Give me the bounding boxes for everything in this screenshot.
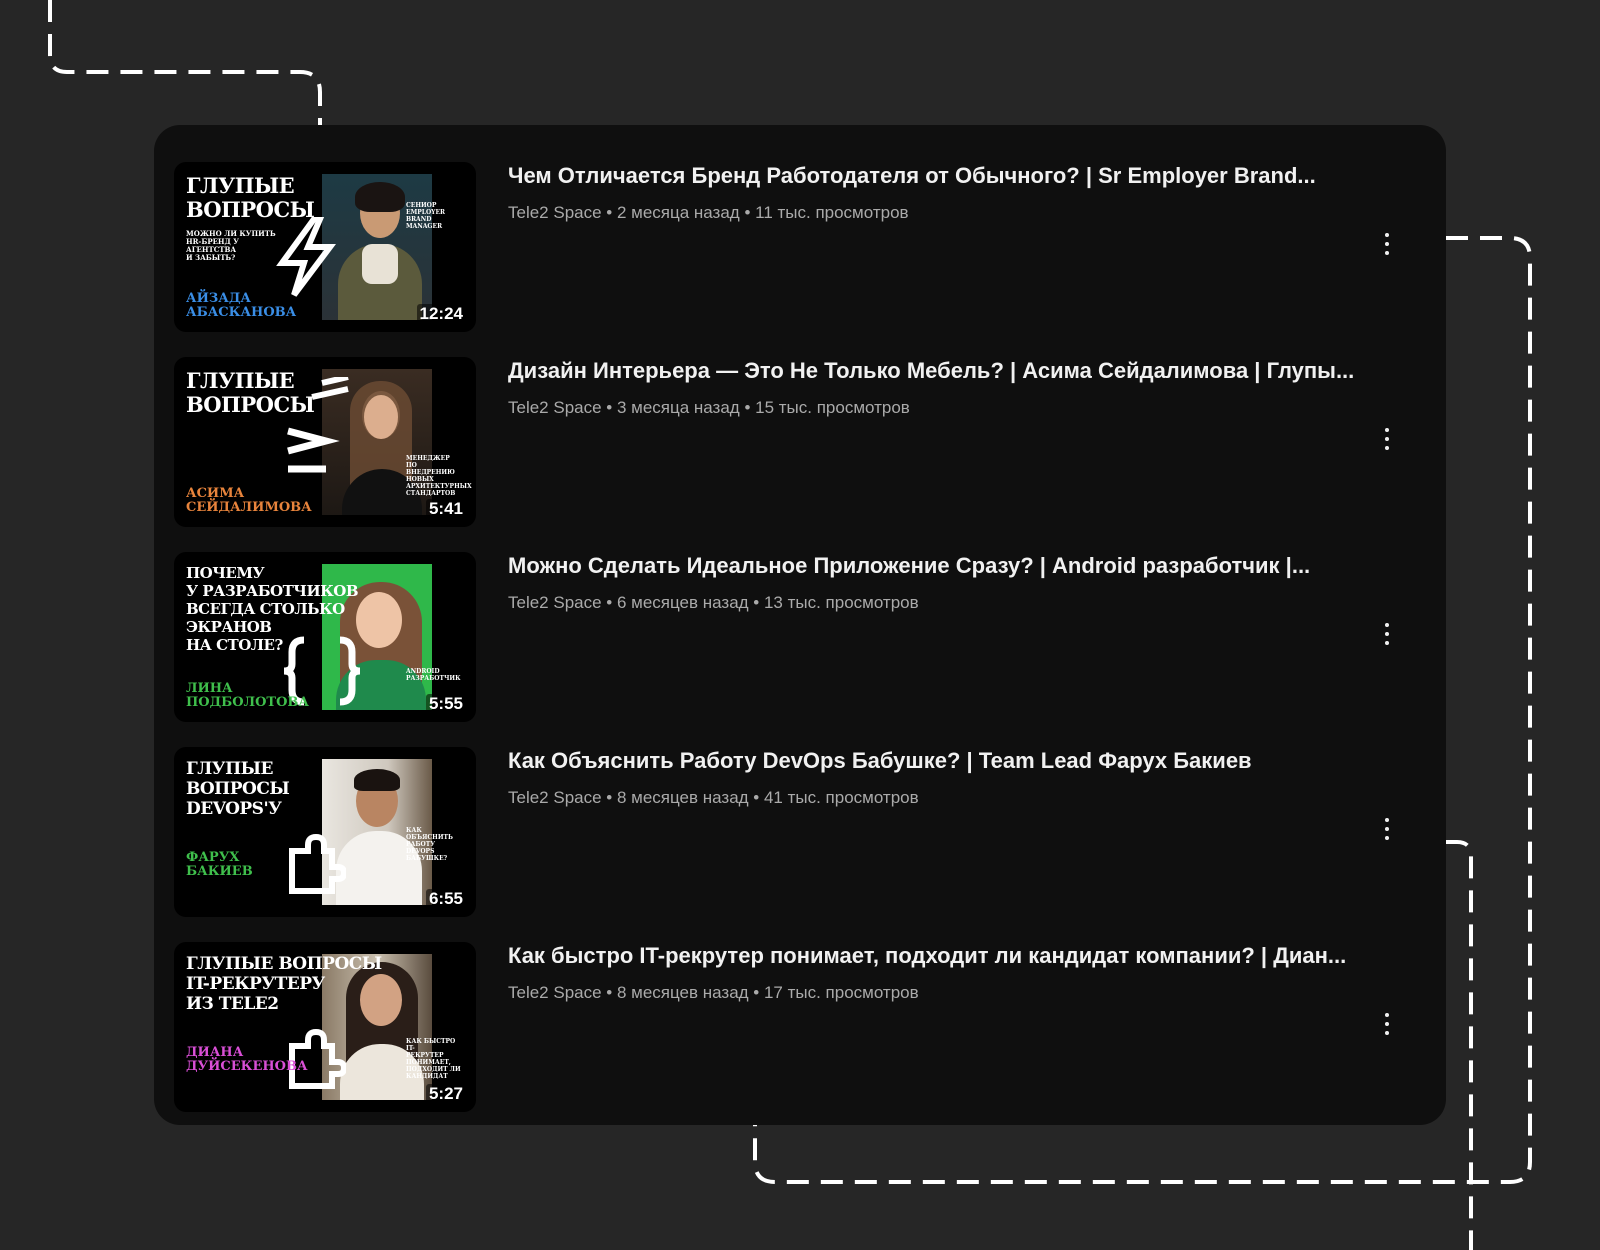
thumbnail-title: ПОЧЕМУ У РАЗРАБОТЧИКОВ ВСЕГДА СТОЛЬКО ЭК… — [186, 564, 359, 654]
video-info: Дизайн Интерьера — Это Не Только Мебель?… — [508, 357, 1388, 419]
video-duration: 6:55 — [425, 889, 466, 909]
thumbnail-person-name: ЛИНА ПОДБОЛОТОВА — [186, 681, 309, 710]
video-duration: 5:41 — [425, 499, 466, 519]
video-thumbnail[interactable]: ГЛУПЫЕ ВОПРОСЫ АСИМА СЕЙДАЛИМОВА МЕНЕДЖЕ… — [174, 357, 476, 527]
thumbnail-note: СЕНИОР EMPLOYER BRAND MANAGER — [406, 202, 446, 230]
video-title[interactable]: Дизайн Интерьера — Это Не Только Мебель?… — [508, 357, 1388, 385]
more-options-icon[interactable] — [1372, 807, 1402, 851]
thumbnail-person-name: ФАРУХ БАКИЕВ — [186, 850, 253, 879]
video-thumbnail[interactable]: ПОЧЕМУ У РАЗРАБОТЧИКОВ ВСЕГДА СТОЛЬКО ЭК… — [174, 552, 476, 722]
thumbnail-note: МЕНЕДЖЕР ПО ВНЕДРЕНИЮ НОВЫХ АРХИТЕКТУРНЫ… — [406, 455, 472, 497]
video-item[interactable]: ГЛУПЫЕ ВОПРОСЫ МОЖНО ЛИ КУПИТЬ HR-БРЕНД … — [174, 162, 1424, 334]
thumbnail-note: ANDROID РАЗРАБОТЧИК — [406, 668, 461, 682]
video-info: Как быстро IT-рекрутер понимает, подходи… — [508, 942, 1388, 1004]
thumbnail-note: КАК БЫСТРО IT- РЕКРУТЕР ПОНИМАЕТ, ПОДХОД… — [406, 1038, 461, 1080]
video-duration: 12:24 — [416, 304, 466, 324]
video-thumbnail[interactable]: ГЛУПЫЕ ВОПРОСЫ DEVOPS'У ФАРУХ БАКИЕВ КАК… — [174, 747, 476, 917]
video-info: Как Объяснить Работу DevOps Бабушке? | T… — [508, 747, 1388, 809]
video-list-panel: ГЛУПЫЕ ВОПРОСЫ МОЖНО ЛИ КУПИТЬ HR-БРЕНД … — [154, 125, 1446, 1125]
video-title[interactable]: Можно Сделать Идеальное Приложение Сразу… — [508, 552, 1388, 580]
thumbnail-title: ГЛУПЫЕ ВОПРОСЫ DEVOPS'У — [186, 759, 290, 819]
more-options-icon[interactable] — [1372, 612, 1402, 656]
video-title[interactable]: Как быстро IT-рекрутер понимает, подходи… — [508, 942, 1388, 970]
video-thumbnail[interactable]: ГЛУПЫЕ ВОПРОСЫ IT-РЕКРУТЕРУ ИЗ TELE2 ДИА… — [174, 942, 476, 1112]
video-item[interactable]: ПОЧЕМУ У РАЗРАБОТЧИКОВ ВСЕГДА СТОЛЬКО ЭК… — [174, 552, 1424, 724]
video-meta: Tele2 Space • 3 месяца назад • 15 тыс. п… — [508, 398, 910, 417]
video-info: Можно Сделать Идеальное Приложение Сразу… — [508, 552, 1388, 614]
video-info: Чем Отличается Бренд Работодателя от Обы… — [508, 162, 1388, 224]
more-options-icon[interactable] — [1372, 417, 1402, 461]
thumbnail-title: ГЛУПЫЕ ВОПРОСЫ — [186, 368, 315, 417]
video-title[interactable]: Как Объяснить Работу DevOps Бабушке? | T… — [508, 747, 1388, 775]
video-item[interactable]: ГЛУПЫЕ ВОПРОСЫ АСИМА СЕЙДАЛИМОВА МЕНЕДЖЕ… — [174, 357, 1424, 529]
more-options-icon[interactable] — [1372, 222, 1402, 266]
video-title[interactable]: Чем Отличается Бренд Работодателя от Обы… — [508, 162, 1388, 190]
video-meta: Tele2 Space • 8 месяцев назад • 17 тыс. … — [508, 983, 919, 1002]
video-meta: Tele2 Space • 2 месяца назад • 11 тыс. п… — [508, 203, 909, 222]
thumbnail-person-name: АЙЗАДА АБАСКАНОВА — [186, 291, 297, 320]
video-item[interactable]: ГЛУПЫЕ ВОПРОСЫ DEVOPS'У ФАРУХ БАКИЕВ КАК… — [174, 747, 1424, 919]
puzzle-icon — [289, 833, 346, 894]
more-options-icon[interactable] — [1372, 1002, 1402, 1046]
video-item[interactable]: ГЛУПЫЕ ВОПРОСЫ IT-РЕКРУТЕРУ ИЗ TELE2 ДИА… — [174, 942, 1424, 1114]
video-thumbnail[interactable]: ГЛУПЫЕ ВОПРОСЫ МОЖНО ЛИ КУПИТЬ HR-БРЕНД … — [174, 162, 476, 332]
video-duration: 5:55 — [425, 694, 466, 714]
thumbnail-title: ГЛУПЫЕ ВОПРОСЫ — [186, 173, 315, 222]
thumbnail-person-name: ДИАНА ДУЙСЕКЕНОВА — [186, 1045, 308, 1074]
video-duration: 5:27 — [425, 1084, 466, 1104]
thumbnail-subtitle: МОЖНО ЛИ КУПИТЬ HR-БРЕНД У АГЕНТСТВА И З… — [186, 229, 276, 262]
video-meta: Tele2 Space • 8 месяцев назад • 41 тыс. … — [508, 788, 919, 807]
thumbnail-note: КАК ОБЪЯСНИТЬ РАБОТУ DEVOPS БАБУШКЕ? — [406, 827, 453, 862]
thumbnail-person-name: АСИМА СЕЙДАЛИМОВА — [186, 486, 312, 515]
video-meta: Tele2 Space • 6 месяцев назад • 13 тыс. … — [508, 593, 919, 612]
thumbnail-title: ГЛУПЫЕ ВОПРОСЫ IT-РЕКРУТЕРУ ИЗ TELE2 — [186, 954, 382, 1014]
